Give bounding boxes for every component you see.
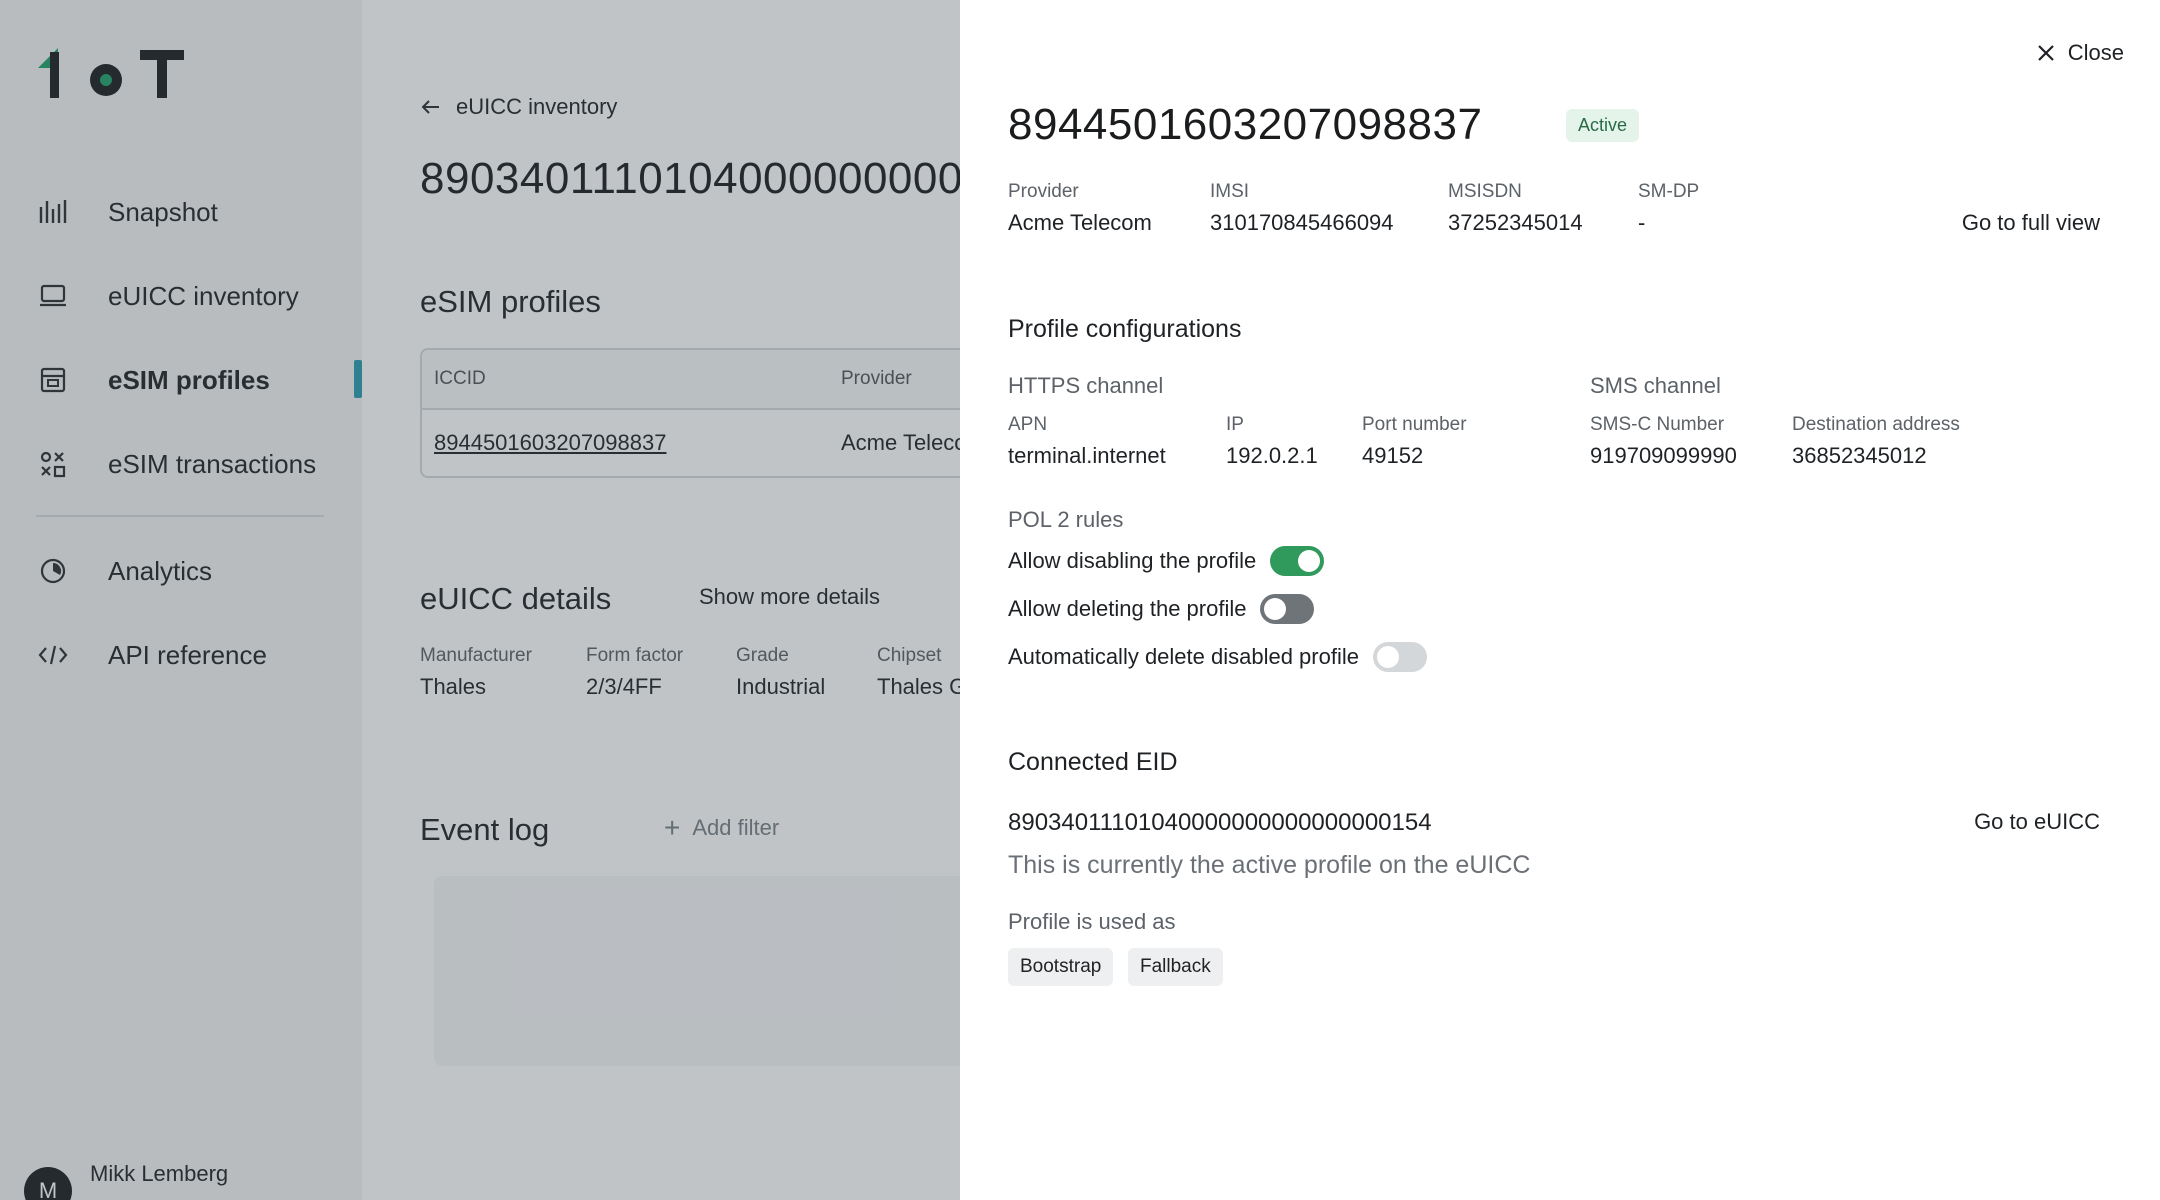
rule-allow-disabling: Allow disabling the profile: [1008, 546, 1325, 576]
pol2-heading: POL 2 rules: [1008, 507, 1124, 532]
sms-channel-heading: SMS channel: [1590, 373, 1721, 398]
meta-value: -: [1638, 210, 1646, 235]
go-to-full-view-button[interactable]: Go to full view: [1962, 210, 2100, 236]
meta-value: 310170845466094: [1210, 210, 1394, 235]
rule-allow-deleting: Allow deleting the profile: [1008, 594, 1315, 624]
used-as-label: Profile is used as: [1008, 909, 1176, 934]
destination-label: Destination address: [1792, 414, 1960, 435]
allow-deleting-toggle[interactable]: [1260, 594, 1315, 624]
active-profile-note: This is currently the active profile on …: [1008, 851, 1531, 879]
https-channel-heading: HTTPS channel: [1008, 373, 1164, 398]
meta-label: IMSI: [1210, 181, 1250, 202]
rule-auto-delete: Automatically delete disabled profile: [1008, 642, 1427, 672]
close-label: Close: [2067, 40, 2124, 65]
meta-value: 37252345014: [1448, 210, 1583, 235]
status-badge: Active: [1566, 109, 1640, 142]
profile-detail-drawer: Close 8944501603207098837 Active Provide…: [960, 0, 2160, 1200]
auto-delete-toggle[interactable]: [1372, 642, 1427, 672]
meta-label: Provider: [1008, 181, 1079, 202]
ip-value: 192.0.2.1: [1226, 443, 1318, 468]
connected-eid-heading: Connected EID: [1008, 748, 1178, 776]
close-icon: [2037, 45, 2054, 61]
port-value: 49152: [1362, 443, 1424, 468]
apn-label: APN: [1008, 414, 1048, 435]
meta-label: SM-DP: [1638, 181, 1700, 202]
meta-value: Acme Telecom: [1008, 210, 1152, 235]
connected-eid-value: 89034011101040000000000000000154: [1008, 809, 1432, 836]
smsc-label: SMS-C Number: [1590, 414, 1725, 435]
meta-label: MSISDN: [1448, 181, 1522, 202]
allow-disabling-toggle[interactable]: [1270, 546, 1325, 576]
drawer-title: 8944501603207098837: [1008, 100, 1483, 149]
modal-backdrop[interactable]: [0, 0, 960, 1200]
close-button[interactable]: Close: [2036, 40, 2124, 66]
rule-label: Automatically delete disabled profile: [1008, 644, 1359, 669]
ip-label: IP: [1226, 414, 1244, 435]
used-as-chip: Fallback: [1128, 948, 1223, 986]
rule-label: Allow deleting the profile: [1008, 596, 1247, 621]
smsc-value: 919709099990: [1590, 443, 1737, 468]
destination-value: 36852345012: [1792, 443, 1927, 468]
port-label: Port number: [1362, 414, 1467, 435]
profile-configurations-heading: Profile configurations: [1008, 315, 1242, 343]
rule-label: Allow disabling the profile: [1008, 548, 1257, 573]
apn-value: terminal.internet: [1008, 443, 1166, 468]
go-to-euicc-button[interactable]: Go to eUICC: [1974, 809, 2100, 835]
used-as-chip: Bootstrap: [1008, 948, 1114, 986]
